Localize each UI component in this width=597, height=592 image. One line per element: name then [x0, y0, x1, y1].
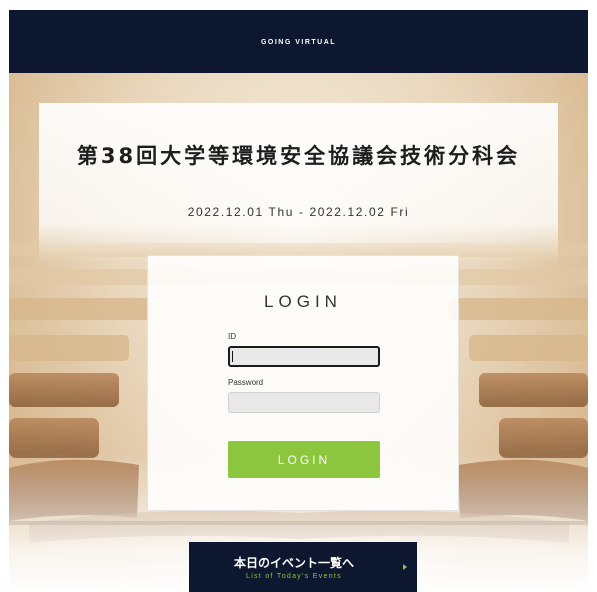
triangle-right-icon [403, 564, 407, 570]
todays-events-button[interactable]: 本日のイベント一覧へ List of Today's Events [189, 542, 417, 592]
event-dates: 2022.12.01 Thu - 2022.12.02 Fri [187, 205, 410, 219]
site-title: GOING VIRTUAL [260, 39, 337, 46]
todays-events-sublabel: List of Today's Events [246, 573, 342, 580]
id-input[interactable] [228, 346, 380, 367]
password-input[interactable] [228, 392, 380, 413]
event-title: 第38回大学等環境安全協議会技術分科会 [76, 144, 521, 168]
site-header: GOING VIRTUAL [9, 10, 588, 73]
password-label: Password [228, 378, 264, 387]
todays-events-label: 本日のイベント一覧へ [233, 556, 354, 570]
page: GOING VIRTUAL 第38回大学等環境安全協議会技術分科会 2022.1… [0, 0, 597, 592]
login-card: LOGIN ID Password LOGIN [147, 255, 459, 511]
login-button[interactable]: LOGIN [228, 441, 380, 478]
title-backdrop [39, 103, 558, 263]
login-heading: LOGIN [264, 292, 342, 311]
text-cursor [232, 351, 233, 362]
id-label: ID [228, 332, 236, 341]
